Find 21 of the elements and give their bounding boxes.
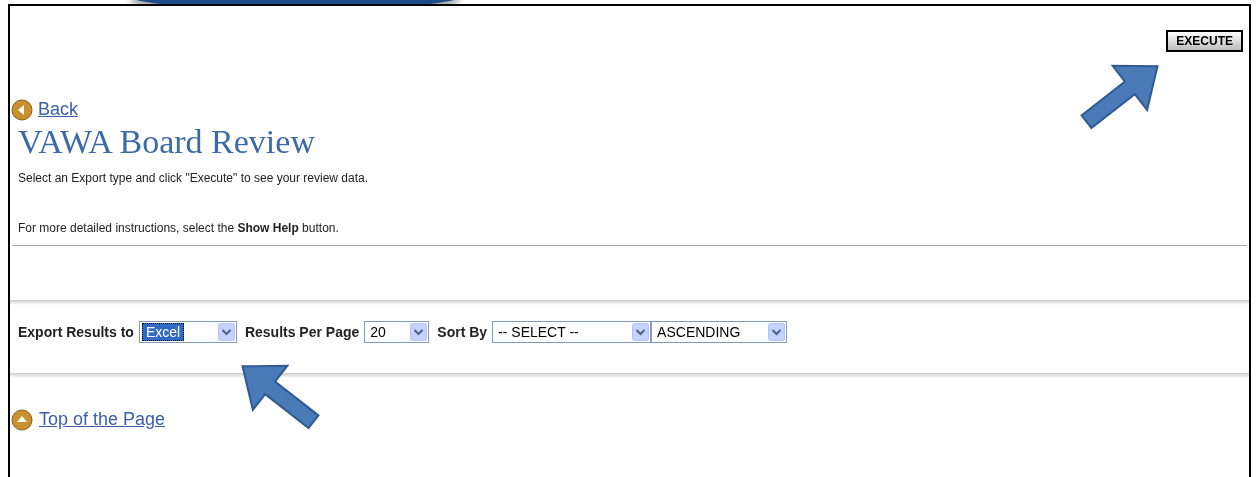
- dropdown-value: ASCENDING: [656, 324, 742, 340]
- dropdown-field[interactable]: -- SELECT --: [492, 321, 652, 343]
- chevron-down-icon[interactable]: [217, 323, 235, 341]
- page-title: VAWA Board Review: [17, 123, 316, 161]
- field-label: Sort By: [437, 322, 488, 342]
- back-link[interactable]: Back: [38, 96, 79, 123]
- instruction-text: For more detailed instructions, select the Show Help button.: [17, 220, 340, 237]
- chevron-down-icon[interactable]: [410, 323, 428, 341]
- dropdown-field[interactable]: Excel: [138, 321, 237, 343]
- dropdown-field[interactable]: ASCENDING: [651, 321, 788, 343]
- field-label: Results Per Page: [244, 322, 360, 342]
- dropdown-value: Excel: [141, 323, 185, 341]
- instruction-text: Select an Export type and click "Execute" to see your review data.: [17, 170, 370, 187]
- field-label: Export Results to: [18, 322, 134, 342]
- execute-button[interactable]: EXECUTE: [1166, 30, 1243, 52]
- dropdown-field[interactable]: 20: [364, 321, 430, 343]
- top-of-page-link[interactable]: Top of the Page: [39, 406, 166, 433]
- dropdown-value: 20: [369, 324, 387, 340]
- chevron-down-icon[interactable]: [632, 323, 650, 341]
- chevron-down-icon[interactable]: [768, 323, 786, 341]
- dropdown-value: -- SELECT --: [497, 324, 580, 340]
